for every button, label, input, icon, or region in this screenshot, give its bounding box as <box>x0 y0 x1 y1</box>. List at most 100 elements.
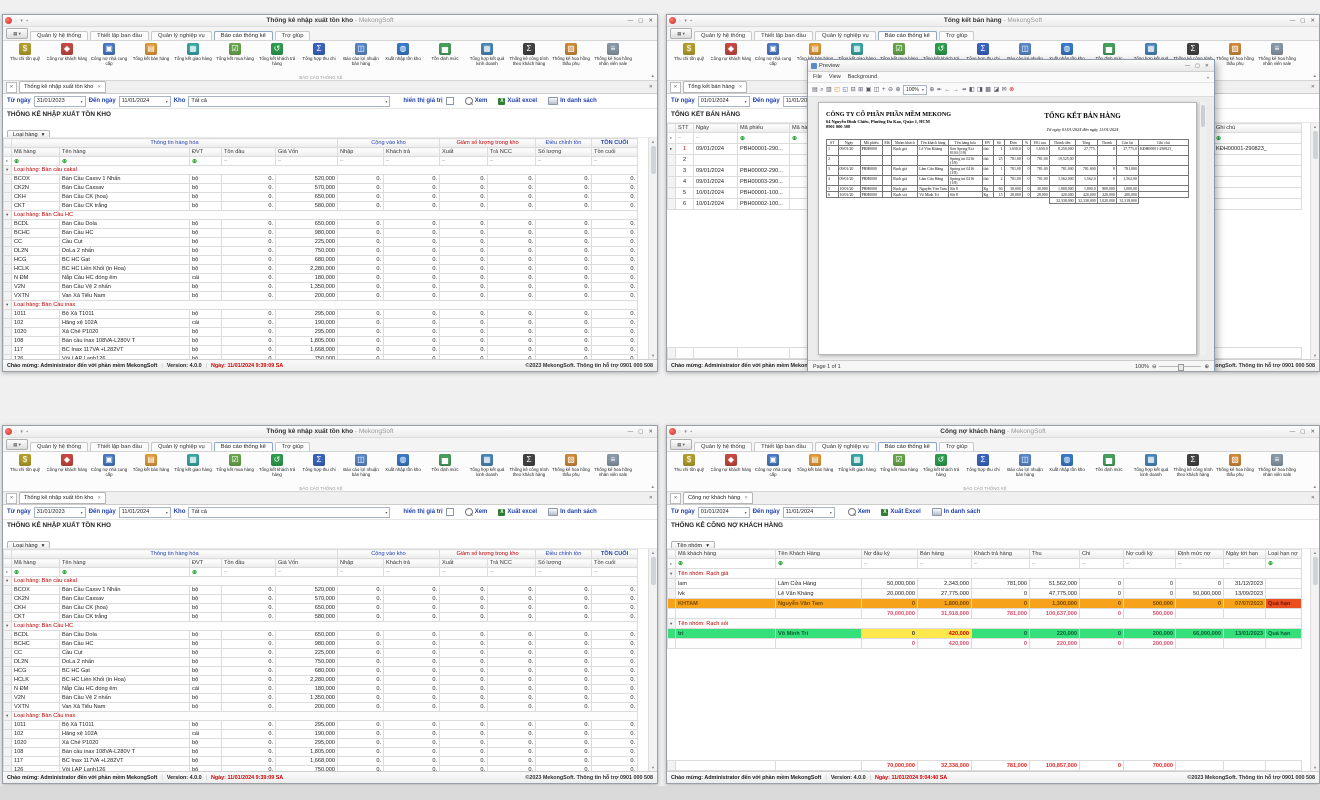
cell[interactable]: Van Xả Tiểu Nam <box>60 292 190 301</box>
cell[interactable]: DL2N <box>12 658 60 667</box>
cell[interactable]: cái <box>190 274 222 283</box>
cell[interactable]: bộ <box>190 220 222 229</box>
cell[interactable]: 0. <box>440 319 488 328</box>
cell[interactable]: 0 <box>1080 579 1124 589</box>
cell[interactable]: bộ <box>190 667 222 676</box>
to-date-input[interactable]: 11/01/2024▾ <box>119 507 171 518</box>
cell[interactable]: 0. <box>222 274 276 283</box>
cell[interactable]: 2 <box>676 155 694 166</box>
cell[interactable]: 0. <box>222 184 276 193</box>
table-row[interactable]: BCHCBàn Cầu HCbộ0.980,0000.0.0.0.0.0. <box>4 640 638 649</box>
cell[interactable]: 750,000 <box>276 247 338 256</box>
cell[interactable]: cái <box>190 685 222 694</box>
cell[interactable]: Bàn Cầu Caxsv 1 Nhấn <box>60 175 190 184</box>
cell[interactable]: 20,000,000 <box>862 589 918 599</box>
ribbon-item[interactable]: ▅Tồn định mức <box>1088 454 1130 478</box>
cell[interactable]: 102 <box>12 730 60 739</box>
cell[interactable]: bộ <box>190 721 222 730</box>
cell[interactable]: 0. <box>440 757 488 766</box>
cell[interactable]: 0. <box>488 595 536 604</box>
cell[interactable]: 0. <box>536 310 592 319</box>
cell[interactable]: 0. <box>592 658 638 667</box>
table-row[interactable]: BCOXBàn Cầu Caxsv 1 Nhấnbộ0.520,0000.0.0… <box>4 586 638 595</box>
view-button[interactable]: Xem <box>465 508 488 516</box>
cell[interactable]: Bàn Cầu CK (hoa) <box>60 193 190 202</box>
cell[interactable]: 0. <box>592 766 638 772</box>
export-excel-button[interactable]: XXuất excel <box>498 509 537 516</box>
cell[interactable]: Bàn Cầu HC <box>60 640 190 649</box>
cell[interactable]: 0. <box>222 283 276 292</box>
cell[interactable]: Bàn Cầu Dola <box>60 220 190 229</box>
cell[interactable]: 0. <box>592 757 638 766</box>
row-marker[interactable] <box>4 766 12 772</box>
cell[interactable]: Bàn Cầu Caxsav <box>60 184 190 193</box>
ribbon-item[interactable]: ≡Thống kê hoa hồng nhân viên sale <box>592 43 634 67</box>
cell[interactable]: 0. <box>440 703 488 712</box>
cell[interactable]: 13/09/2023 <box>1224 589 1266 599</box>
restore-button[interactable]: ▢ <box>638 18 643 24</box>
minimize-button[interactable]: — <box>628 429 634 435</box>
cell[interactable]: 420,000 <box>918 639 972 649</box>
cell[interactable]: 650,000 <box>276 631 338 640</box>
row-marker[interactable]: ▸ <box>668 559 676 569</box>
ribbon-item[interactable]: ◆Công nợ khách hàng <box>46 454 88 478</box>
row-marker[interactable] <box>668 639 676 649</box>
ribbon-item[interactable]: ≡Thống kê hoa hồng nhân viên sale <box>1256 454 1298 478</box>
group-row[interactable]: ▾Tên nhóm: Rạch sỏi <box>668 619 1302 629</box>
ribbon-item[interactable]: ΣThống kê công trình theo khách hàng <box>508 43 550 67</box>
ribbon-item[interactable]: ▣Công nợ nhà cung cấp <box>88 454 130 478</box>
cell[interactable]: 0. <box>384 256 440 265</box>
cell[interactable] <box>776 761 862 771</box>
cell[interactable]: 0. <box>338 292 384 301</box>
cell[interactable]: 0. <box>536 175 592 184</box>
restore-button[interactable]: ▢ <box>1300 429 1305 435</box>
cell[interactable]: 0. <box>222 676 276 685</box>
cell[interactable]: 980,000 <box>276 229 338 238</box>
cell[interactable]: 0. <box>592 640 638 649</box>
cell[interactable]: 0. <box>488 766 536 772</box>
ribbon-item[interactable]: $Thu chi tồn quỹ <box>668 43 710 67</box>
toolbar-icon[interactable]: ◱ <box>842 87 848 93</box>
cell[interactable]: Bàn Cầu HC <box>60 229 190 238</box>
cell[interactable]: 100,637,000 <box>1030 609 1080 619</box>
table-row[interactable]: BCHCBàn Cầu HCbộ0.980,0000.0.0.0.0.0. <box>4 229 638 238</box>
filter-cell[interactable]: – <box>276 157 338 166</box>
toolbar-icon[interactable]: ⊖ <box>888 87 893 93</box>
cell[interactable]: HCLK <box>12 676 60 685</box>
cell[interactable]: 70,000,000 <box>862 761 918 771</box>
minimize-button[interactable]: — <box>1290 18 1296 24</box>
preview-scrollbar[interactable] <box>1199 102 1206 355</box>
cell[interactable]: Vòi LAP Lạnh126 <box>60 355 190 360</box>
cell[interactable]: 0. <box>222 586 276 595</box>
row-marker[interactable] <box>668 761 676 771</box>
cell[interactable] <box>738 155 790 166</box>
cell[interactable]: 0. <box>384 721 440 730</box>
to-date-input[interactable]: 11/01/2024▾ <box>783 507 835 518</box>
cell[interactable]: 0. <box>384 319 440 328</box>
cell[interactable]: 50,000,000 <box>862 579 918 589</box>
table-row[interactable]: 117BC Inax 117VA +L282VTbộ0.1,668,0000.0… <box>4 346 638 355</box>
ribbon-tab[interactable]: Trợ giúp <box>275 442 311 451</box>
ribbon-tab[interactable]: Quản lý nghiệp vụ <box>815 31 876 40</box>
table-row[interactable]: 70,000,00032,338,000781,000100,857,00007… <box>668 761 1302 771</box>
filter-cell[interactable]: – <box>1124 559 1176 569</box>
cell[interactable]: 0. <box>384 676 440 685</box>
cell[interactable]: Bàn cầu inax 108VA-L280V T <box>60 748 190 757</box>
group-row[interactable]: ▾Loại hàng: Bàn cầu cakal <box>4 166 638 175</box>
cell[interactable]: BC HC Liền Khối (in Hoa) <box>60 265 190 274</box>
print-list-button[interactable]: In danh sách <box>548 508 597 516</box>
cell[interactable]: 0. <box>440 292 488 301</box>
cell[interactable]: 0. <box>222 319 276 328</box>
table-row[interactable]: V2NBàn Cầu Vệ 2 nhấnbộ0.1,350,0000.0.0.0… <box>4 283 638 292</box>
cell[interactable]: 0. <box>440 220 488 229</box>
cell[interactable]: BC Inax 117VA +L282VT <box>60 346 190 355</box>
close-button[interactable]: ✕ <box>648 18 653 24</box>
view-button[interactable]: Xem <box>465 97 488 105</box>
cell[interactable]: 0. <box>440 175 488 184</box>
filter-add-icon[interactable]: ⊕ <box>12 568 60 577</box>
cell[interactable]: 1,800,000 <box>918 599 972 609</box>
document-tab[interactable]: Thống kê nhập xuất tồn kho✕ <box>19 492 106 504</box>
cell[interactable]: BC HC Gạt <box>60 256 190 265</box>
row-marker[interactable] <box>4 739 12 748</box>
toolbar-icon[interactable]: ⊞ <box>858 87 863 93</box>
